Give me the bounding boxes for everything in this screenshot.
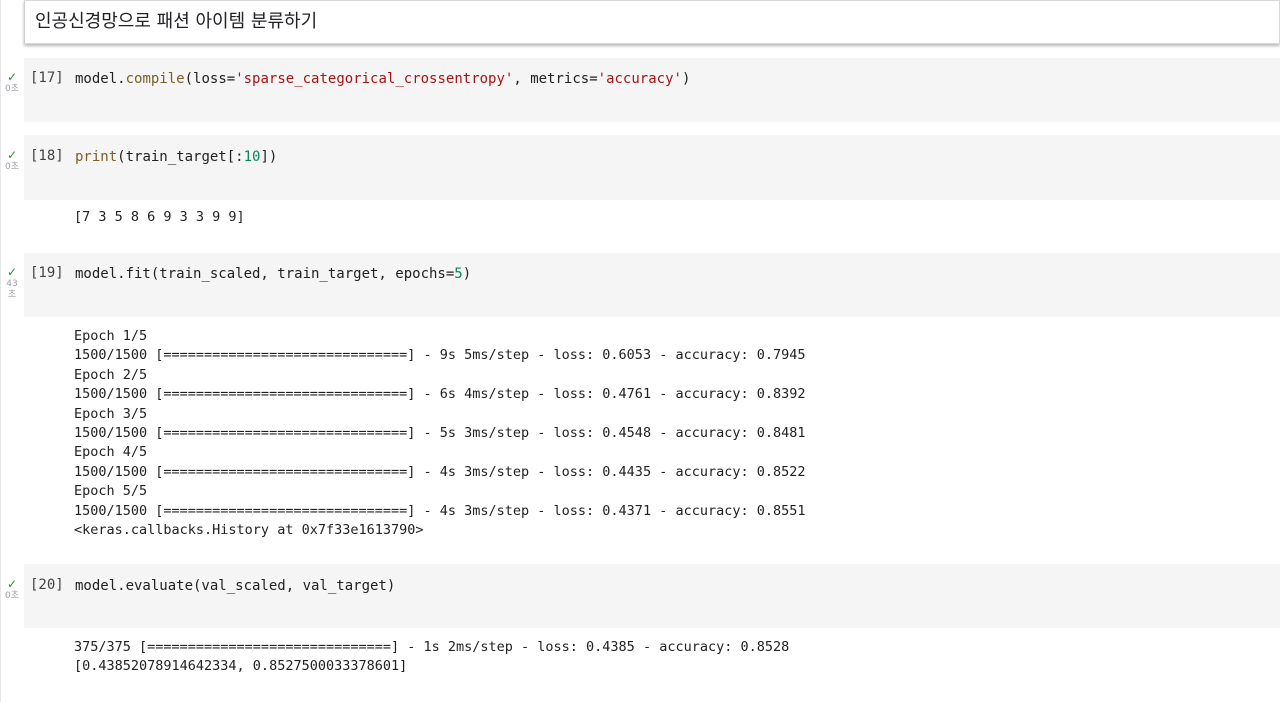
code-token: , metrics=	[513, 71, 598, 87]
check-icon: ✓	[6, 265, 18, 279]
output-line: [7 3 5 8 6 9 3 3 9 9]	[74, 209, 245, 225]
execution-time: 0초	[4, 162, 19, 172]
execution-time: 0초	[4, 591, 19, 601]
cell-output: Epoch 1/5 1500/1500 [===================…	[74, 327, 806, 540]
output-line: 1500/1500 [=============================…	[74, 386, 806, 403]
execution-count: [17]	[30, 70, 64, 86]
code-token: print	[75, 149, 118, 165]
code-token: .	[117, 71, 126, 87]
code-editor[interactable]: print(train_target[:10])	[75, 149, 277, 165]
code-cell-19[interactable]	[24, 253, 1280, 317]
cell-output: [7 3 5 8 6 9 3 3 9 9]	[74, 208, 245, 227]
code-token: model.evaluate(val_scaled, val_target)	[75, 578, 396, 594]
code-token: model.fit(train_scaled, train_target, ep…	[75, 266, 455, 282]
code-token: model	[75, 71, 118, 87]
code-token: (train_target[:	[117, 149, 244, 165]
run-button[interactable]: ✓ 0초	[1, 71, 23, 95]
code-token: )	[681, 71, 691, 87]
output-line: [0.43852078914642334, 0.8527500033378601…	[74, 658, 408, 675]
output-line: 1500/1500 [=============================…	[74, 425, 806, 442]
run-button[interactable]: ✓ 0초	[1, 149, 23, 173]
output-line: Epoch 2/5	[74, 366, 148, 383]
code-token: ])	[260, 149, 278, 165]
execution-count: [18]	[30, 148, 64, 164]
code-cell-18[interactable]	[24, 135, 1280, 200]
code-token: compile	[125, 71, 185, 87]
code-token: (loss=	[184, 71, 236, 87]
text-cell-title[interactable]: 인공신경망으로 패션 아이템 분류하기	[24, 0, 1280, 44]
code-token: 10	[243, 149, 261, 165]
code-token: 5	[454, 266, 463, 282]
output-line: Epoch 1/5	[74, 328, 148, 344]
output-line: Epoch 3/5	[74, 405, 148, 422]
code-editor[interactable]: model.compile(loss='sparse_categorical_c…	[75, 71, 690, 87]
code-token: 'accuracy'	[597, 71, 682, 87]
section-heading: 인공신경망으로 패션 아이템 분류하기	[35, 11, 318, 32]
code-cell-17[interactable]	[24, 58, 1280, 122]
output-line: 1500/1500 [=============================…	[74, 463, 806, 480]
code-editor[interactable]: model.evaluate(val_scaled, val_target)	[75, 578, 395, 594]
execution-time: 0초	[4, 84, 19, 94]
check-icon: ✓	[6, 148, 18, 162]
code-token: 'sparse_categorical_crossentropy'	[235, 71, 514, 87]
code-cell-20[interactable]	[24, 564, 1280, 628]
code-editor[interactable]: model.fit(train_scaled, train_target, ep…	[75, 266, 471, 282]
output-line: 375/375 [==============================]…	[74, 639, 790, 655]
output-line: 1500/1500 [=============================…	[74, 502, 806, 519]
output-line: Epoch 5/5	[74, 483, 148, 500]
run-button[interactable]: ✓ 0초	[1, 578, 23, 602]
output-line: 1500/1500 [=============================…	[74, 347, 806, 364]
check-icon: ✓	[6, 70, 18, 84]
code-token: )	[462, 266, 472, 282]
execution-count: [20]	[30, 577, 64, 593]
check-icon: ✓	[6, 577, 18, 591]
output-line: <keras.callbacks.History at 0x7f33e16137…	[74, 522, 424, 539]
execution-time: 43초	[6, 279, 18, 300]
execution-count: [19]	[30, 265, 64, 281]
run-button[interactable]: ✓ 43초	[1, 266, 23, 301]
output-line: Epoch 4/5	[74, 444, 148, 461]
cell-output: 375/375 [==============================]…	[74, 638, 789, 677]
